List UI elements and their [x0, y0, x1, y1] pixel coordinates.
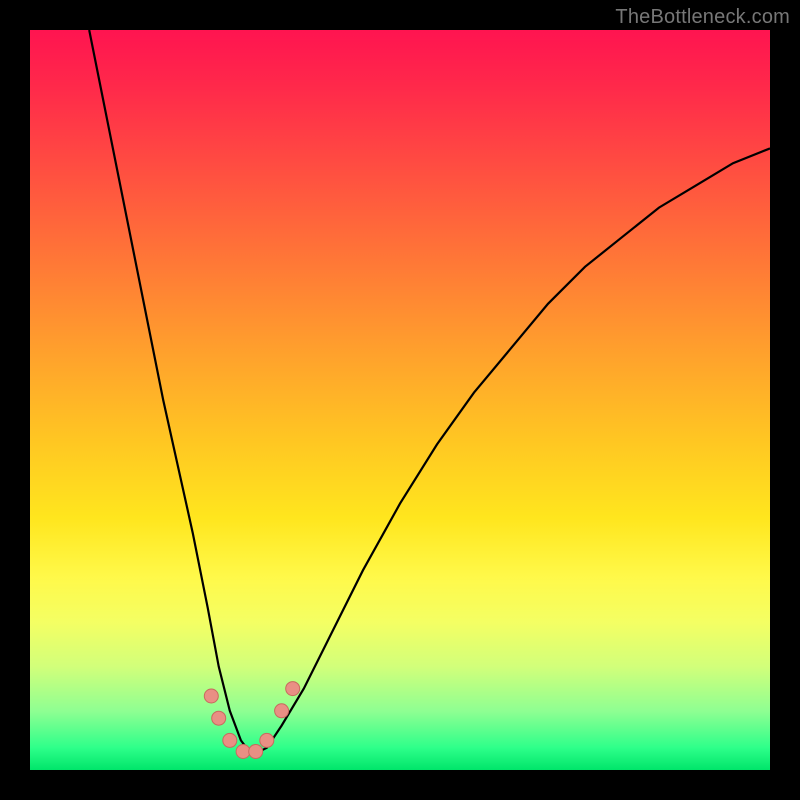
curve-marker	[204, 689, 218, 703]
curve-marker	[286, 682, 300, 696]
bottleneck-chart	[30, 30, 770, 770]
curve-marker	[212, 711, 226, 725]
curve-marker	[223, 733, 237, 747]
curve-marker	[275, 704, 289, 718]
chart-plot-area	[30, 30, 770, 770]
curve-marker	[249, 745, 263, 759]
curve-marker	[236, 745, 250, 759]
watermark-text: TheBottleneck.com	[615, 6, 790, 29]
curve-marker	[260, 733, 274, 747]
bottleneck-curve-line	[89, 30, 770, 755]
